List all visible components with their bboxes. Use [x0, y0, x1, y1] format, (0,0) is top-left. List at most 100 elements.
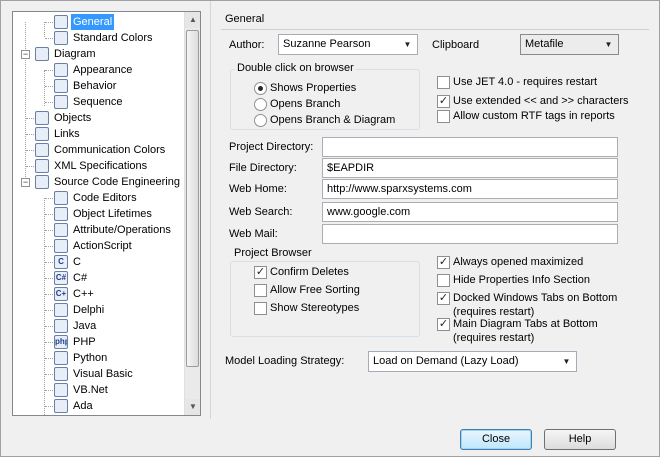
window-option-label: Always opened maximized — [453, 256, 584, 268]
tree-item[interactable]: VB.Net — [13, 382, 185, 398]
tree-item[interactable]: Visual Basic — [13, 366, 185, 382]
tree-content: General Standard Colors − Diagram Appearance… — [13, 12, 185, 415]
tree-item[interactable]: XML Specifications — [13, 158, 185, 174]
chevron-down-icon[interactable]: ▼ — [560, 355, 573, 368]
text-field[interactable]: www.google.com — [322, 202, 618, 222]
tree-item[interactable]: Links — [13, 126, 185, 142]
collapse-icon[interactable]: − — [21, 50, 30, 59]
window-option-checkbox[interactable]: ✓ — [437, 318, 450, 331]
tree-item-label: Code Editors — [73, 192, 137, 204]
delphi-icon — [54, 303, 68, 317]
tree-item[interactable]: Behavior — [13, 78, 185, 94]
option-checkbox[interactable]: ✓ — [437, 95, 450, 108]
palette-icon — [54, 31, 68, 45]
options-dialog: General Standard Colors − Diagram Appearance… — [0, 0, 660, 457]
tree-item[interactable]: General — [13, 14, 185, 30]
tree-line — [45, 22, 53, 23]
model-loading-combo[interactable]: Load on Demand (Lazy Load) ▼ — [368, 351, 577, 372]
field-label: Project Directory: — [229, 141, 314, 153]
text-field[interactable] — [322, 224, 618, 244]
scroll-thumb[interactable] — [186, 30, 199, 367]
project-browser-checkbox[interactable]: ✓ — [254, 266, 267, 279]
tree-line — [45, 86, 53, 87]
window-option-note: (requires restart) — [453, 306, 535, 318]
tree-item[interactable]: Delphi — [13, 302, 185, 318]
tree-line — [45, 310, 53, 311]
double-click-radio[interactable] — [254, 98, 267, 111]
tree-line — [45, 198, 53, 199]
tree-line — [45, 390, 53, 391]
tree-item[interactable]: ActionScript — [13, 238, 185, 254]
tree-item[interactable]: Object Lifetimes — [13, 206, 185, 222]
field-label: Web Search: — [229, 206, 293, 218]
clipboard-label: Clipboard — [432, 39, 480, 51]
tree-item-label: Source Code Engineering — [54, 176, 180, 188]
text-field[interactable]: http://www.sparxsystems.com — [322, 179, 618, 199]
tree-line — [45, 70, 53, 71]
csharp-icon: C# — [54, 271, 68, 285]
author-combo[interactable]: Suzanne Pearson ▼ — [278, 34, 418, 55]
window-option-note: (requires restart) — [453, 332, 535, 344]
double-click-radio[interactable] — [254, 82, 267, 95]
tree-item[interactable]: Objects — [13, 110, 185, 126]
project-browser-checkbox[interactable] — [254, 302, 267, 315]
scroll-down-icon[interactable]: ▼ — [185, 399, 200, 415]
close-button[interactable]: Close — [460, 429, 532, 450]
tree-item-label: Object Lifetimes — [73, 208, 152, 220]
tree-item[interactable]: Java — [13, 318, 185, 334]
tree-item[interactable]: Appearance — [13, 62, 185, 78]
tree-line — [45, 358, 53, 359]
tree-item[interactable]: Attribute/Operations — [13, 222, 185, 238]
options-tree[interactable]: General Standard Colors − Diagram Appearance… — [12, 11, 201, 416]
model-loading-label: Model Loading Strategy: — [225, 355, 345, 367]
window-option-checkbox[interactable]: ✓ — [437, 256, 450, 269]
scroll-up-icon[interactable]: ▲ — [185, 12, 200, 28]
tree-item[interactable]: Standard Colors — [13, 30, 185, 46]
tree-item[interactable]: − Diagram — [13, 46, 185, 62]
window-option-checkbox[interactable] — [437, 274, 450, 287]
tree-line — [45, 246, 53, 247]
tree-item[interactable]: C+ C++ — [13, 286, 185, 302]
c-language-icon: C — [54, 255, 68, 269]
tree-item[interactable]: Communication Colors — [13, 142, 185, 158]
text-field-value: http://www.sparxsystems.com — [327, 183, 472, 195]
tree-item[interactable]: CC — [13, 254, 185, 270]
tree-item-label: Python — [73, 352, 108, 364]
help-button[interactable]: Help — [544, 429, 616, 450]
tree-item[interactable]: − Source Code Engineering — [13, 174, 185, 190]
option-checkbox[interactable] — [437, 110, 450, 123]
tree-item[interactable]: Python — [13, 350, 185, 366]
title-divider — [221, 29, 649, 30]
clipboard-combo[interactable]: Metafile ▼ — [520, 34, 619, 55]
tree-item-label: Objects — [54, 112, 92, 124]
clipboard-value: Metafile — [525, 38, 564, 50]
tree-item-label: Diagram — [54, 48, 96, 60]
text-field[interactable] — [322, 137, 618, 157]
php-icon: php — [54, 335, 68, 349]
tree-item-label: C# — [73, 272, 88, 284]
tree-item-label: C — [73, 256, 81, 268]
tree-line — [45, 278, 53, 279]
xml-icon — [35, 159, 49, 173]
option-checkbox[interactable] — [437, 76, 450, 89]
text-field[interactable]: $EAPDIR — [322, 158, 618, 178]
collapse-icon[interactable]: − — [21, 178, 30, 187]
double-click-radio[interactable] — [254, 114, 267, 127]
tree-item-label: XML Specifications — [54, 160, 148, 172]
tree-item[interactable]: Ada — [13, 398, 185, 414]
window-option-checkbox[interactable]: ✓ — [437, 292, 450, 305]
tree-item[interactable]: php PHP — [13, 334, 185, 350]
tree-line — [26, 134, 34, 135]
chevron-down-icon[interactable]: ▼ — [401, 38, 414, 51]
tree-item[interactable]: Code Editors — [13, 190, 185, 206]
project-browser-checkbox[interactable] — [254, 284, 267, 297]
tree-line — [45, 262, 53, 263]
link-icon — [35, 127, 49, 141]
vbnet-icon — [54, 383, 68, 397]
tree-item[interactable]: Sequence — [13, 94, 185, 110]
tree-item[interactable]: C# C# — [13, 270, 185, 286]
tree-scrollbar[interactable]: ▲ ▼ — [184, 12, 200, 415]
chevron-down-icon[interactable]: ▼ — [602, 38, 615, 51]
diagram-icon — [54, 63, 68, 77]
tree-item-label: Appearance — [73, 64, 133, 76]
